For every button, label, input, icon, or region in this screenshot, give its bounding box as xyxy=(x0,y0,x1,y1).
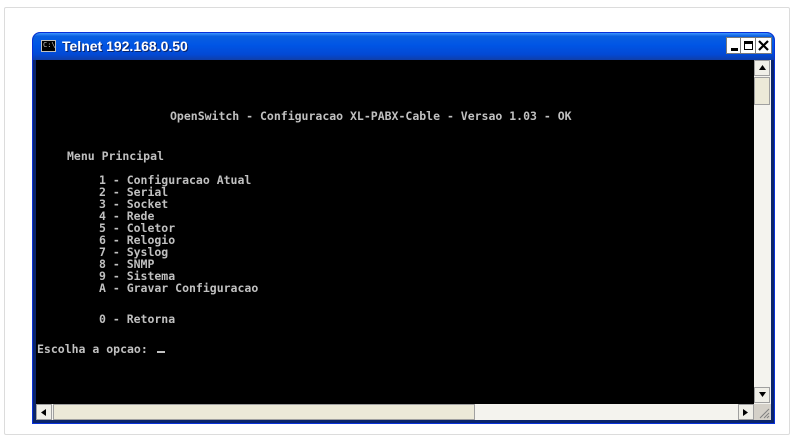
resize-grip-icon xyxy=(759,408,770,419)
menu-item: A - Gravar Configuracao xyxy=(99,281,259,295)
terminal-screen[interactable]: OpenSwitch - Configuracao XL-PABX-Cable … xyxy=(36,60,754,404)
vertical-scroll-thumb[interactable] xyxy=(754,77,770,105)
menu-item-return: 0 - Retorna xyxy=(99,312,176,326)
arrow-left-icon xyxy=(41,409,46,416)
scroll-right-button[interactable] xyxy=(738,404,754,420)
command-prompt[interactable]: Escolha a opcao: xyxy=(37,343,165,355)
horizontal-scroll-thumb[interactable] xyxy=(53,404,475,420)
close-icon xyxy=(758,40,769,51)
vertical-scrollbar[interactable] xyxy=(754,60,771,404)
arrow-down-icon xyxy=(759,392,766,397)
resize-grip[interactable] xyxy=(754,404,771,420)
console-icon[interactable]: C:\ xyxy=(41,40,56,52)
horizontal-scrollbar[interactable] xyxy=(36,404,754,420)
window-title: Telnet 192.168.0.50 xyxy=(62,38,188,54)
window-client-area: OpenSwitch - Configuracao XL-PABX-Cable … xyxy=(36,60,771,420)
scroll-left-button[interactable] xyxy=(36,404,52,420)
menu-title: Menu Principal xyxy=(67,149,164,163)
arrow-up-icon xyxy=(759,65,766,70)
terminal-header: OpenSwitch - Configuracao XL-PABX-Cable … xyxy=(170,109,572,123)
arrow-right-icon xyxy=(743,409,748,416)
scroll-down-button[interactable] xyxy=(754,387,770,403)
scroll-up-button[interactable] xyxy=(754,60,770,76)
prompt-text: Escolha a opcao: xyxy=(37,342,155,356)
close-button[interactable] xyxy=(755,37,772,54)
telnet-window[interactable]: C:\ Telnet 192.168.0.50 OpenSwitch - Con… xyxy=(33,33,774,423)
text-cursor xyxy=(156,351,165,353)
title-bar[interactable]: C:\ Telnet 192.168.0.50 xyxy=(33,33,774,60)
